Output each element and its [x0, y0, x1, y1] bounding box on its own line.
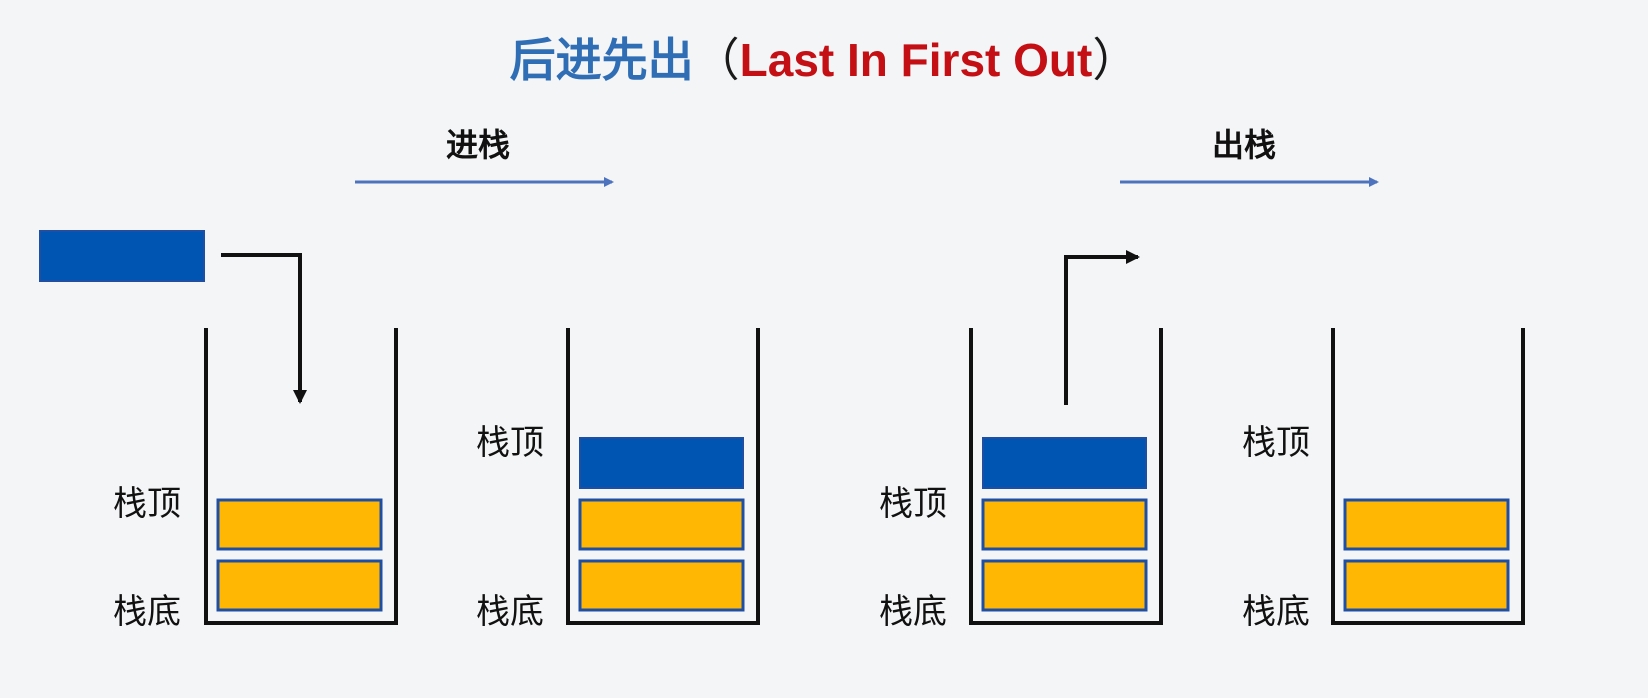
stack-element	[981, 498, 1148, 551]
push-path-arrow	[221, 253, 307, 404]
stack4-bottom-label: 栈底	[1242, 592, 1310, 632]
stack-container-2	[566, 328, 760, 625]
pushed-element	[579, 437, 744, 489]
stack-element	[578, 559, 745, 612]
stack-element	[1343, 559, 1510, 612]
pop-path-arrow	[1064, 250, 1140, 405]
diagram-graphics	[39, 177, 1525, 625]
stack1-bottom-label: 栈底	[113, 592, 181, 632]
lifo-stack-diagram: 后进先出（Last In First Out） 进栈 出栈 栈顶 栈底 栈顶 栈…	[0, 0, 1648, 698]
stack-container-4	[1331, 328, 1525, 625]
stack-element	[1343, 498, 1510, 551]
stack-element	[981, 559, 1148, 612]
incoming-element	[39, 230, 205, 282]
stack2-bottom-label: 栈底	[476, 592, 544, 632]
stack1-top-label: 栈顶	[113, 484, 181, 524]
stack3-bottom-label: 栈底	[879, 592, 947, 632]
stack3-top-label: 栈顶	[879, 484, 947, 524]
stack4-top-label: 栈顶	[1242, 423, 1310, 463]
stack2-top-label: 栈顶	[476, 423, 544, 463]
top-element-to-pop	[982, 437, 1147, 489]
stack-element	[578, 498, 745, 551]
stack-element	[216, 559, 383, 612]
stack-element	[216, 498, 383, 551]
